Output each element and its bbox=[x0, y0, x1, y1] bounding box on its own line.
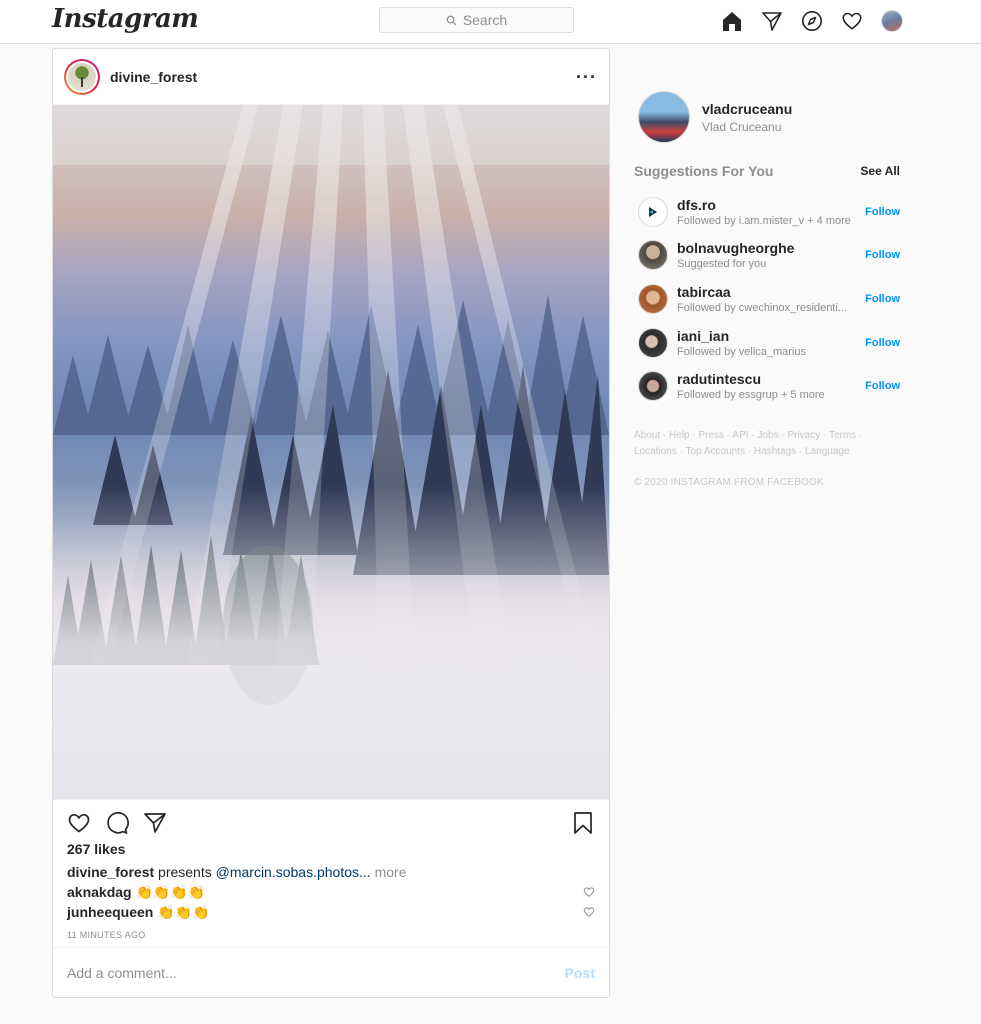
comment-input[interactable] bbox=[67, 964, 565, 981]
avatar[interactable] bbox=[638, 371, 668, 402]
footer-link-api[interactable]: API bbox=[732, 430, 748, 441]
instagram-logo[interactable]: Instagram bbox=[52, 4, 199, 34]
comment-text: 👏👏👏 bbox=[157, 904, 210, 920]
comment-username[interactable]: junheequeen bbox=[67, 904, 153, 920]
caption-more-link[interactable]: more bbox=[375, 864, 407, 880]
post-actions bbox=[53, 800, 609, 846]
search-box[interactable]: Search bbox=[379, 7, 574, 33]
comment-item: aknakdag 👏👏👏👏 bbox=[53, 882, 609, 902]
avatar[interactable] bbox=[638, 196, 668, 227]
more-options-icon[interactable]: ··· bbox=[576, 68, 597, 86]
caption-username[interactable]: divine_forest bbox=[67, 864, 154, 880]
footer-link-help[interactable]: Help bbox=[669, 430, 690, 441]
suggestion-item: tabircaa Followed by cwechinox_residenti… bbox=[638, 277, 900, 321]
footer-link-top-accounts[interactable]: Top Accounts bbox=[686, 446, 745, 457]
likes-count[interactable]: 267 likes bbox=[53, 841, 609, 857]
activity-heart-icon[interactable] bbox=[840, 9, 864, 33]
suggestion-username[interactable]: tabircaa bbox=[677, 284, 857, 300]
avatar[interactable] bbox=[638, 91, 690, 143]
current-user-profile: vladcruceanu Vlad Cruceanu bbox=[638, 91, 792, 143]
explore-icon[interactable] bbox=[800, 9, 824, 33]
suggestion-subtitle: Followed by velica_marius bbox=[677, 345, 806, 358]
post-caption: divine_forest presents @marcin.sobas.pho… bbox=[53, 864, 609, 880]
suggestion-username[interactable]: radutintescu bbox=[677, 371, 857, 387]
footer-links: About · Help · Press · API · Jobs · Priv… bbox=[634, 430, 863, 457]
comment-item: junheequeen 👏👏👏 bbox=[53, 902, 609, 922]
profile-avatar[interactable] bbox=[880, 9, 904, 33]
caption-mention[interactable]: @marcin.sobas.photos... bbox=[216, 864, 371, 880]
post-comment-button[interactable]: Post bbox=[565, 965, 595, 981]
current-username[interactable]: vladcruceanu bbox=[702, 101, 792, 117]
comment-text: 👏👏👏👏 bbox=[135, 884, 206, 900]
suggestion-item: dfs.ro Followed by i.am.mister_v + 4 mor… bbox=[638, 190, 900, 234]
suggestions-header: Suggestions For You See All bbox=[634, 163, 900, 179]
search-placeholder: Search bbox=[462, 12, 508, 28]
suggestions-list: dfs.ro Followed by i.am.mister_v + 4 mor… bbox=[638, 190, 900, 408]
avatar bbox=[881, 10, 903, 32]
avatar[interactable] bbox=[638, 327, 668, 358]
comment-like-heart-icon[interactable] bbox=[583, 886, 595, 898]
dfs-logo-icon bbox=[649, 206, 657, 217]
forest-photo bbox=[53, 105, 609, 799]
add-comment-bar: Post bbox=[53, 947, 609, 997]
nav-icons bbox=[720, 9, 904, 33]
suggestion-username[interactable]: dfs.ro bbox=[677, 197, 857, 213]
follow-button[interactable]: Follow bbox=[865, 293, 900, 305]
suggestion-username[interactable]: iani_ian bbox=[677, 328, 857, 344]
follow-button[interactable]: Follow bbox=[865, 337, 900, 349]
see-all-link[interactable]: See All bbox=[860, 164, 900, 178]
post-author-username[interactable]: divine_forest bbox=[110, 69, 197, 85]
like-heart-icon[interactable] bbox=[67, 811, 91, 835]
footer-link-terms[interactable]: Terms bbox=[829, 430, 856, 441]
suggestions-title: Suggestions For You bbox=[634, 163, 774, 179]
post-image[interactable] bbox=[53, 105, 609, 800]
feed-post: divine_forest ··· 267 likes divine_fores… bbox=[52, 48, 610, 998]
post-timestamp[interactable]: 11 MINUTES AGO bbox=[53, 930, 609, 940]
footer-link-privacy[interactable]: Privacy bbox=[787, 430, 820, 441]
suggestion-item: radutintescu Followed by essgrup + 5 mor… bbox=[638, 364, 900, 408]
home-icon[interactable] bbox=[720, 9, 744, 33]
direct-icon[interactable] bbox=[760, 9, 784, 33]
search-icon bbox=[446, 15, 457, 25]
follow-button[interactable]: Follow bbox=[865, 249, 900, 261]
suggestion-subtitle: Suggested for you bbox=[677, 258, 767, 271]
avatar[interactable] bbox=[638, 240, 668, 271]
suggestion-subtitle: Followed by i.am.mister_v + 4 more bbox=[677, 214, 851, 227]
suggestion-item: bolnavugheorghe Suggested for you Follow bbox=[638, 234, 900, 278]
follow-button[interactable]: Follow bbox=[865, 380, 900, 392]
suggestion-item: iani_ian Followed by velica_marius Follo… bbox=[638, 321, 900, 365]
suggestion-username[interactable]: bolnavugheorghe bbox=[677, 240, 857, 256]
comment-bubble-icon[interactable] bbox=[105, 811, 129, 835]
top-navbar: Instagram Search bbox=[0, 0, 981, 44]
footer-link-hashtags[interactable]: Hashtags bbox=[754, 446, 796, 457]
suggestion-subtitle: Followed by essgrup + 5 more bbox=[677, 389, 825, 402]
share-direct-icon[interactable] bbox=[143, 811, 167, 835]
comment-username[interactable]: aknakdag bbox=[67, 884, 132, 900]
post-author-avatar[interactable] bbox=[64, 58, 100, 95]
follow-button[interactable]: Follow bbox=[865, 206, 900, 218]
footer-link-locations[interactable]: Locations bbox=[634, 446, 677, 457]
caption-text: presents bbox=[158, 864, 212, 880]
post-header: divine_forest ··· bbox=[53, 49, 609, 105]
footer-link-jobs[interactable]: Jobs bbox=[757, 430, 778, 441]
avatar[interactable] bbox=[638, 283, 668, 314]
current-full-name: Vlad Cruceanu bbox=[702, 119, 782, 134]
save-bookmark-icon[interactable] bbox=[571, 811, 595, 835]
footer-link-about[interactable]: About bbox=[634, 430, 660, 441]
suggestion-subtitle: Followed by cwechinox_residenti... bbox=[677, 301, 847, 314]
footer-link-press[interactable]: Press bbox=[699, 430, 725, 441]
footer-link-language[interactable]: Language bbox=[805, 446, 850, 457]
copyright: © 2020 INSTAGRAM FROM FACEBOOK bbox=[634, 477, 824, 488]
comment-like-heart-icon[interactable] bbox=[583, 906, 595, 918]
